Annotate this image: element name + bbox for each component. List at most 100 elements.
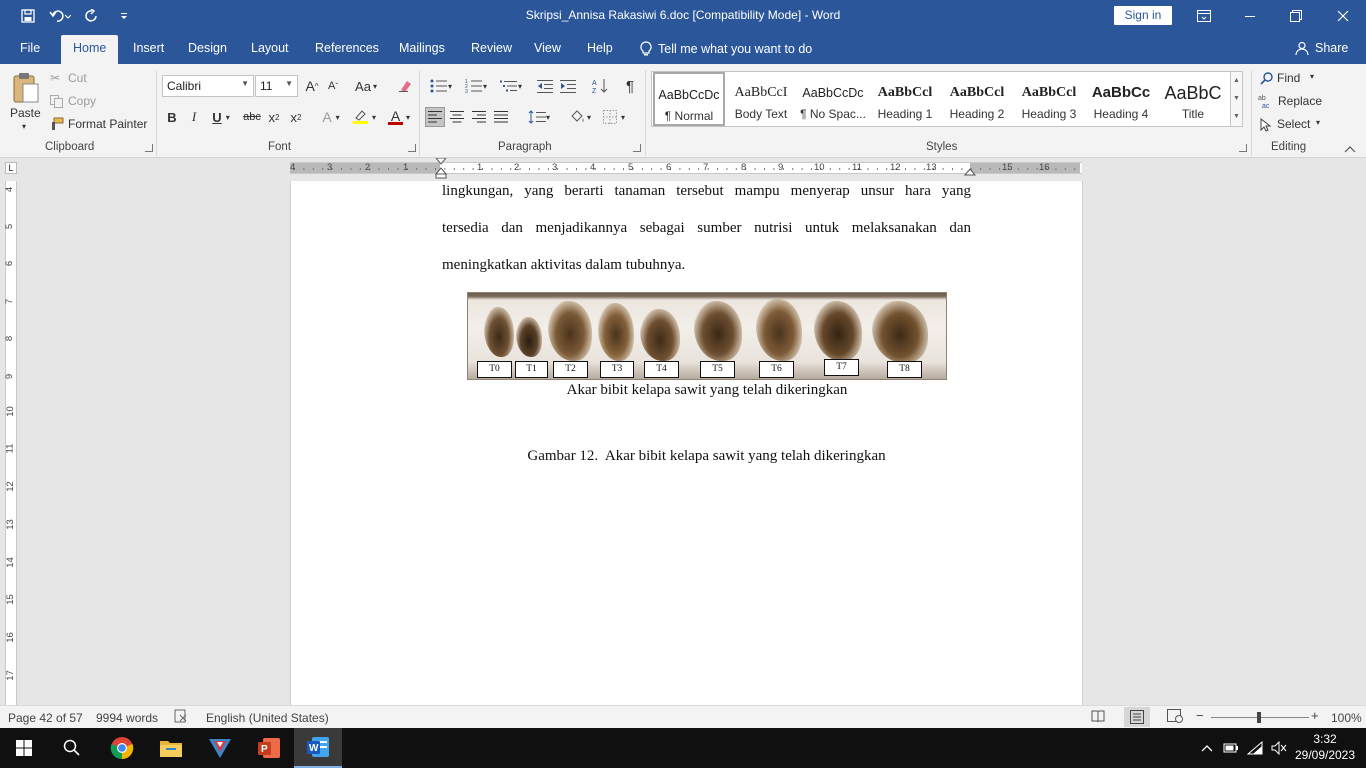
style-heading-2[interactable]: AaBbCcl Heading 2	[941, 72, 1013, 126]
document-page[interactable]: lingkungan, yang berarti tanaman tersebu…	[290, 181, 1083, 705]
font-size-combo[interactable]: 11 ▼	[255, 75, 298, 97]
sign-in-button[interactable]: Sign in	[1114, 6, 1172, 25]
print-layout-icon[interactable]	[1124, 707, 1150, 727]
styles-scroll-bar[interactable]: ▲ ▼ ▼	[1230, 71, 1243, 127]
style-heading-1[interactable]: AaBbCcl Heading 1	[869, 72, 941, 126]
search-icon[interactable]	[48, 728, 96, 768]
underline-button[interactable]: U ▾	[206, 107, 236, 127]
sort-button[interactable]: AZ	[590, 76, 610, 96]
align-right-button[interactable]	[469, 107, 489, 127]
undo-icon[interactable]	[46, 6, 74, 26]
numbering-button[interactable]: 1 2 3 ▾	[461, 76, 491, 96]
battery-icon[interactable]	[1218, 728, 1244, 768]
borders-button[interactable]: ▾	[599, 107, 629, 127]
chrome-icon[interactable]	[98, 728, 146, 768]
shading-button[interactable]: ▾	[565, 107, 595, 127]
tab-help[interactable]: Help	[587, 41, 613, 55]
font-name-combo[interactable]: Calibri ▼	[162, 75, 254, 97]
proofing-icon[interactable]	[174, 709, 188, 726]
more-styles-icon[interactable]: ▼	[1231, 108, 1242, 126]
italic-button[interactable]: I	[184, 107, 204, 127]
line-spacing-button[interactable]: ▾	[525, 107, 553, 127]
web-layout-icon[interactable]	[1167, 709, 1183, 726]
strikethrough-button[interactable]: abc	[241, 107, 263, 127]
find-button[interactable]: Find ▾	[1260, 70, 1340, 88]
zoom-level[interactable]: 100%	[1331, 711, 1362, 725]
chevron-up-icon[interactable]	[1193, 728, 1221, 768]
root-sample-photo[interactable]: T0 T1 T2 T3 T4 T5 T6 T7 T8	[467, 292, 947, 380]
font-color-button[interactable]: A ▾	[383, 107, 415, 127]
word-icon[interactable]: W	[294, 728, 342, 768]
style-heading-3[interactable]: AaBbCcl Heading 3	[1013, 72, 1085, 126]
windows-start-icon[interactable]	[0, 728, 48, 768]
zoom-slider[interactable]	[1211, 712, 1309, 723]
justify-button[interactable]	[491, 107, 511, 127]
style-title[interactable]: AaBbC Title	[1157, 72, 1229, 126]
tab-selector[interactable]: L	[5, 162, 17, 174]
tab-file[interactable]: File	[20, 41, 40, 55]
bold-button[interactable]: B	[162, 107, 182, 127]
bullets-button[interactable]: ▾	[426, 76, 456, 96]
tab-references[interactable]: References	[315, 41, 379, 55]
tab-insert[interactable]: Insert	[133, 41, 164, 55]
align-center-button[interactable]	[447, 107, 467, 127]
close-icon[interactable]	[1320, 0, 1366, 32]
file-explorer-icon[interactable]	[147, 728, 195, 768]
paragraph-dialog-launcher[interactable]	[633, 144, 641, 152]
replace-button[interactable]: ab ac Replace	[1258, 93, 1338, 111]
ribbon-display-options-icon[interactable]	[1181, 0, 1227, 32]
superscript-button[interactable]: x2	[286, 107, 306, 127]
format-painter-button[interactable]: Format Painter	[50, 116, 150, 134]
tab-mailings[interactable]: Mailings	[399, 41, 445, 55]
read-mode-icon[interactable]	[1091, 709, 1105, 726]
grow-font-button[interactable]: A ^	[302, 76, 322, 96]
page-count[interactable]: Page 42 of 57	[8, 711, 83, 725]
tab-layout[interactable]: Layout	[251, 41, 289, 55]
subscript-button[interactable]: x2	[264, 107, 284, 127]
style-body-text[interactable]: AaBbCcI Body Text	[725, 72, 797, 126]
horizontal-ruler[interactable]: 4 3 2 1 1 2 3 4 5 6 7 8 9 10 11 12 13 15…	[290, 158, 1082, 179]
word-count[interactable]: 9994 words	[96, 711, 158, 725]
change-case-button[interactable]: Aa ▾	[352, 76, 380, 96]
powerpoint-icon[interactable]: P	[245, 728, 293, 768]
zoom-in-button[interactable]: +	[1311, 708, 1319, 723]
shrink-font-button[interactable]: Aˇ	[323, 76, 343, 96]
app-triangle-icon[interactable]	[196, 728, 244, 768]
multilevel-list-button[interactable]: ▾	[496, 76, 526, 96]
highlight-color-button[interactable]: ▾	[348, 107, 380, 127]
redo-icon[interactable]	[78, 6, 106, 26]
volume-muted-icon[interactable]	[1266, 728, 1292, 768]
zoom-out-button[interactable]: −	[1196, 708, 1204, 723]
collapse-ribbon-icon[interactable]	[1344, 142, 1358, 153]
tell-me-search[interactable]: Tell me what you want to do	[640, 41, 812, 56]
tab-review[interactable]: Review	[471, 41, 512, 55]
clear-formatting-button[interactable]	[396, 76, 416, 96]
right-indent-marker[interactable]	[964, 167, 976, 177]
styles-dialog-launcher[interactable]	[1239, 144, 1247, 152]
restore-icon[interactable]	[1273, 0, 1319, 32]
chevron-up-icon[interactable]: ▲	[1231, 72, 1242, 90]
minimize-icon[interactable]	[1227, 0, 1273, 32]
customize-qat-icon[interactable]	[110, 6, 138, 26]
style-normal[interactable]: AaBbCcDc ¶ Normal	[653, 72, 725, 126]
language-indicator[interactable]: English (United States)	[206, 711, 329, 725]
decrease-indent-button[interactable]	[535, 76, 555, 96]
share-button[interactable]: Share	[1295, 41, 1348, 55]
chevron-down-icon[interactable]: ▼	[1231, 90, 1242, 108]
wifi-icon[interactable]	[1242, 728, 1268, 768]
style-heading-4[interactable]: AaBbCc Heading 4	[1085, 72, 1157, 126]
tab-view[interactable]: View	[534, 41, 561, 55]
zoom-slider-thumb[interactable]	[1257, 712, 1261, 723]
align-left-button[interactable]	[425, 107, 445, 127]
paste-dropdown-icon[interactable]: ▾	[22, 122, 26, 131]
paste-button[interactable]: Paste ▾	[8, 70, 44, 134]
select-button[interactable]: Select ▾	[1260, 116, 1340, 134]
clipboard-dialog-launcher[interactable]	[145, 144, 153, 152]
copy-button[interactable]: Copy	[50, 93, 140, 111]
vertical-ruler[interactable]: 4 5 6 7 8 9 10 11 12 13 14 15 16 17	[4, 181, 17, 705]
cut-button[interactable]: ✂ Cut	[50, 70, 140, 88]
increase-indent-button[interactable]	[558, 76, 578, 96]
text-effects-button[interactable]: A ▾	[316, 107, 346, 127]
system-clock[interactable]: 3:32 29/09/2023	[1290, 731, 1360, 763]
show-formatting-marks-button[interactable]: ¶	[620, 76, 640, 96]
